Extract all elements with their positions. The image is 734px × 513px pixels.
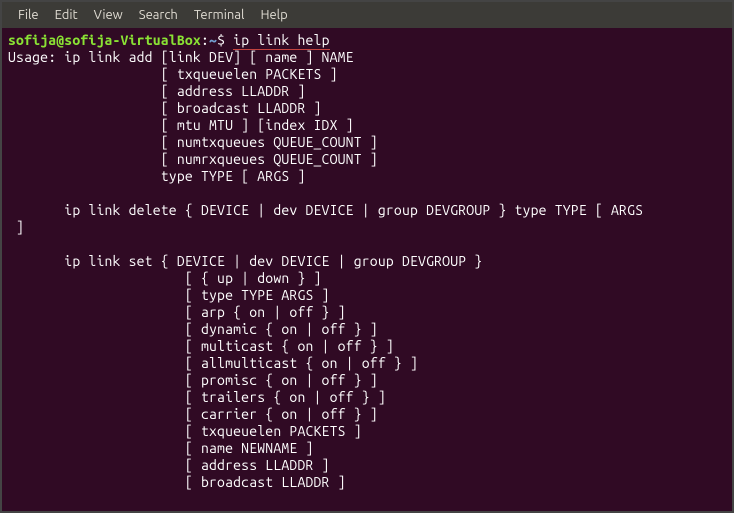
output-line: [ txqueuelen PACKETS ] <box>8 66 338 82</box>
menu-help[interactable]: Help <box>252 8 295 22</box>
output-line: [ numtxqueues QUEUE_COUNT ] <box>8 134 378 150</box>
prompt-dollar: $ <box>217 32 225 48</box>
output-line: [ type TYPE ARGS ] <box>8 287 330 303</box>
output-line: [ carrier { on | off } ] <box>8 406 378 422</box>
menu-search[interactable]: Search <box>131 8 186 22</box>
output-line: [ { up | down } ] <box>8 270 322 286</box>
menu-file[interactable]: File <box>10 8 47 22</box>
output-line: [ arp { on | off } ] <box>8 304 346 320</box>
output-line: [ address LLADDR ] <box>8 457 330 473</box>
output-line: [ broadcast LLADDR ] <box>8 474 346 490</box>
output-line: ip link delete { DEVICE | dev DEVICE | g… <box>8 202 643 218</box>
menu-terminal[interactable]: Terminal <box>186 8 253 22</box>
command-text: ip link help <box>233 32 329 50</box>
menu-view[interactable]: View <box>86 8 131 22</box>
output-line: [ trailers { on | off } ] <box>8 389 386 405</box>
output-line: Usage: ip link add [link DEV] [ name ] N… <box>8 49 354 65</box>
output-line: [ address LLADDR ] <box>8 83 305 99</box>
output-line: [ txqueuelen PACKETS ] <box>8 423 362 439</box>
output-line: type TYPE [ ARGS ] <box>8 168 305 184</box>
prompt-path: ~ <box>209 32 217 48</box>
output-line: [ promisc { on | off } ] <box>8 372 378 388</box>
output-line: [ allmulticast { on | off } ] <box>8 355 418 371</box>
output-line: [ mtu MTU ] [index IDX ] <box>8 117 354 133</box>
menu-edit[interactable]: Edit <box>47 8 86 22</box>
terminal-viewport[interactable]: sofija@sofija-VirtualBox:~$ ip link help… <box>2 28 732 511</box>
output-line: [ broadcast LLADDR ] <box>8 100 322 116</box>
prompt-userhost: sofija@sofija-VirtualBox <box>8 32 201 48</box>
output-line: [ name NEWNAME ] <box>8 440 314 456</box>
output-line: ip link set { DEVICE | dev DEVICE | grou… <box>8 253 482 269</box>
output-line: [ multicast { on | off } ] <box>8 338 394 354</box>
output-line: [ dynamic { on | off } ] <box>8 321 378 337</box>
prompt-colon: : <box>201 32 209 48</box>
output-line: ] <box>8 219 24 235</box>
output-line: [ numrxqueues QUEUE_COUNT ] <box>8 151 378 167</box>
menubar: File Edit View Search Terminal Help <box>2 2 732 28</box>
